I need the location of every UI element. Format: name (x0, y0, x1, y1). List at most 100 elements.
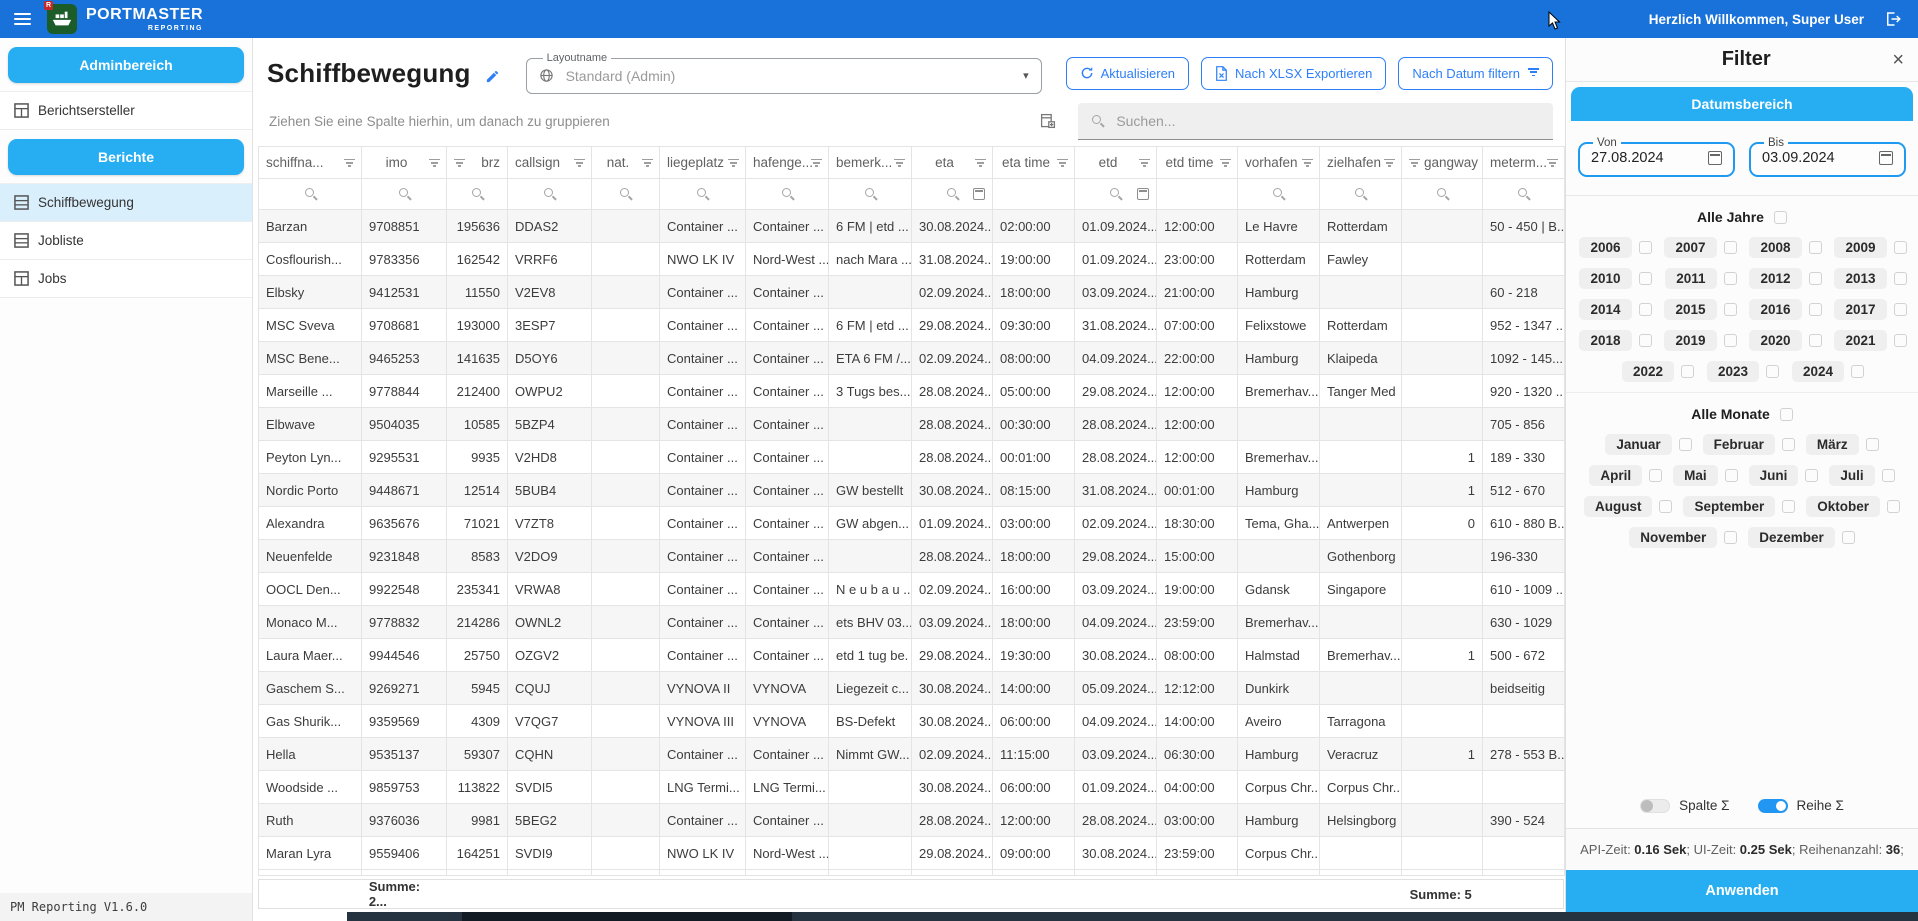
calendar-icon[interactable] (973, 188, 985, 200)
year-chip[interactable]: 2022 (1622, 361, 1674, 382)
column-header-brz[interactable]: brz (447, 147, 508, 179)
year-checkbox[interactable] (1724, 272, 1737, 285)
table-row[interactable]: Hella953513759307CQHNContainer ...Contai… (259, 738, 1565, 771)
filter-cell-etd-time[interactable] (1157, 179, 1238, 210)
chevron-down-icon[interactable]: ▾ (1023, 69, 1029, 82)
year-chip[interactable]: 2016 (1749, 299, 1801, 320)
edit-title-icon[interactable] (485, 69, 500, 84)
table-row[interactable]: Nordic Porto9448671125145BUB4Container .… (259, 474, 1565, 507)
column-filter-icon[interactable] (1408, 159, 1420, 169)
year-chip[interactable]: 2020 (1749, 330, 1801, 351)
year-checkbox[interactable] (1809, 334, 1822, 347)
year-checkbox[interactable] (1894, 272, 1907, 285)
sidebar-header-berichte[interactable]: Berichte (8, 139, 244, 175)
month-checkbox[interactable] (1659, 500, 1672, 513)
column-header-bemerkung[interactable]: bemerk... (829, 147, 912, 179)
table-row[interactable]: Peyton Lyn...92955319935V2HD8Container .… (259, 441, 1565, 474)
table-row[interactable]: Elbwave9504035105855BZP4Container ...Con… (259, 408, 1565, 441)
month-chip[interactable]: Februar (1703, 434, 1775, 455)
month-checkbox[interactable] (1679, 438, 1692, 451)
search-box[interactable] (1078, 103, 1553, 140)
year-checkbox[interactable] (1809, 272, 1822, 285)
year-checkbox[interactable] (1894, 241, 1907, 254)
year-chip[interactable]: 2019 (1664, 330, 1716, 351)
table-row[interactable]: Cosflourish...9783356162542VRRF6NWO LK I… (259, 243, 1565, 276)
filter-cell-eta[interactable] (912, 179, 993, 210)
column-filter-icon[interactable] (1301, 159, 1313, 169)
refresh-button[interactable]: Aktualisieren (1066, 57, 1189, 90)
table-row[interactable]: MSC Bene...9465253141635D5OY6Container .… (259, 342, 1565, 375)
column-header-imo[interactable]: imo (362, 147, 447, 179)
year-checkbox[interactable] (1766, 365, 1779, 378)
year-checkbox[interactable] (1894, 334, 1907, 347)
column-filter-icon[interactable] (343, 159, 355, 169)
filter-cell-hafengebiet[interactable] (746, 179, 829, 210)
year-checkbox[interactable] (1724, 241, 1737, 254)
calendar-icon[interactable] (1879, 151, 1893, 165)
month-checkbox[interactable] (1724, 531, 1737, 544)
year-chip[interactable]: 2013 (1834, 268, 1886, 289)
column-filter-icon[interactable] (641, 159, 653, 169)
column-filter-icon[interactable] (974, 159, 986, 169)
sidebar-item-jobs[interactable]: Jobs (0, 260, 252, 298)
column-header-etd[interactable]: etd (1075, 147, 1157, 179)
year-chip[interactable]: 2007 (1664, 237, 1716, 258)
date-to-value[interactable]: 03.09.2024 (1762, 150, 1835, 166)
table-row[interactable]: Alexandra963567671021V7ZT8Container ...C… (259, 507, 1565, 540)
date-from-value[interactable]: 27.08.2024 (1591, 150, 1664, 166)
all-years-checkbox[interactable] (1774, 211, 1787, 224)
column-filter-icon[interactable] (1138, 159, 1150, 169)
year-chip[interactable]: 2018 (1579, 330, 1631, 351)
filter-cell-nat[interactable] (592, 179, 660, 210)
table-row[interactable]: Marseille ...9778844212400OWPU2Container… (259, 375, 1565, 408)
column-filter-icon[interactable] (727, 159, 739, 169)
year-checkbox[interactable] (1639, 241, 1652, 254)
table-row[interactable]: Gaschem S...92692715945CQUJVYNOVA IIVYNO… (259, 672, 1565, 705)
month-chip[interactable]: März (1806, 434, 1859, 455)
filter-cell-vorhafen[interactable] (1238, 179, 1320, 210)
row-sum-toggle[interactable] (1758, 799, 1788, 813)
column-filter-icon[interactable] (573, 159, 585, 169)
date-to-field[interactable]: Bis 03.09.2024 (1749, 137, 1906, 177)
table-row[interactable]: Ruth937603699815BEG2Container ...Contain… (259, 804, 1565, 837)
year-checkbox[interactable] (1809, 303, 1822, 316)
menu-hamburger-icon[interactable] (14, 10, 31, 28)
month-chip[interactable]: Oktober (1806, 496, 1880, 517)
export-xlsx-button[interactable]: Nach XLSX Exportieren (1201, 57, 1386, 90)
filter-cell-metermarken[interactable] (1483, 179, 1565, 210)
year-checkbox[interactable] (1639, 303, 1652, 316)
table-row[interactable]: Elbsky941253111550V2EV8Container ...Cont… (259, 276, 1565, 309)
scrollbar-thumb[interactable] (462, 912, 792, 921)
table-row[interactable]: Neuenfelde92318488583V2DO9Container ...C… (259, 540, 1565, 573)
column-filter-icon[interactable] (810, 159, 822, 169)
year-checkbox[interactable] (1724, 303, 1737, 316)
year-checkbox[interactable] (1639, 334, 1652, 347)
column-filter-icon[interactable] (1383, 159, 1395, 169)
year-chip[interactable]: 2014 (1579, 299, 1631, 320)
year-chip[interactable]: 2011 (1665, 268, 1716, 289)
column-header-liegeplatz[interactable]: liegeplatz (660, 147, 746, 179)
calendar-icon[interactable] (1137, 188, 1149, 200)
sidebar-item-schiffbewegung[interactable]: Schiffbewegung (0, 184, 252, 222)
filter-cell-etd[interactable] (1075, 179, 1157, 210)
column-filter-icon[interactable] (1546, 159, 1558, 169)
logout-icon[interactable] (1884, 10, 1902, 28)
year-checkbox[interactable] (1681, 365, 1694, 378)
year-chip[interactable]: 2010 (1579, 268, 1631, 289)
year-chip[interactable]: 2008 (1749, 237, 1801, 258)
filter-cell-callsign[interactable] (508, 179, 592, 210)
month-chip[interactable]: November (1629, 527, 1717, 548)
year-checkbox[interactable] (1809, 241, 1822, 254)
table-row[interactable]: Monaco M...9778832214286OWNL2Container .… (259, 606, 1565, 639)
month-chip[interactable]: Mai (1673, 465, 1718, 486)
column-header-metermarken[interactable]: meterm... (1483, 147, 1565, 179)
month-chip[interactable]: September (1683, 496, 1775, 517)
sidebar-item-jobliste[interactable]: Jobliste (0, 222, 252, 260)
filter-cell-brz[interactable] (447, 179, 508, 210)
column-header-nat[interactable]: nat. (592, 147, 660, 179)
month-checkbox[interactable] (1725, 469, 1738, 482)
column-header-etd-time[interactable]: etd time (1157, 147, 1238, 179)
year-chip[interactable]: 2015 (1664, 299, 1716, 320)
all-months-checkbox[interactable] (1780, 408, 1793, 421)
column-header-gangway[interactable]: gangway (1402, 147, 1483, 179)
